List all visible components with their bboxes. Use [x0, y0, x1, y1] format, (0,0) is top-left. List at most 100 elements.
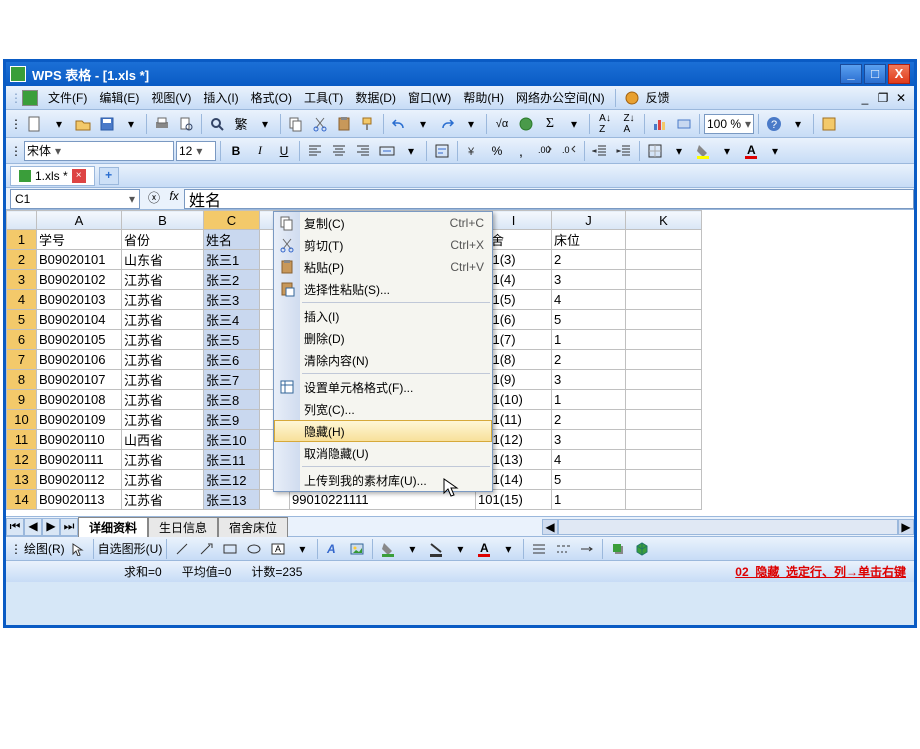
- redo-dropdown[interactable]: ▾: [460, 113, 482, 135]
- context-menu-item[interactable]: 清除内容(N): [274, 349, 492, 371]
- col-header-A[interactable]: A: [37, 211, 122, 230]
- wrap-text-icon[interactable]: [431, 140, 453, 162]
- row-header[interactable]: 5: [7, 310, 37, 330]
- menu-file[interactable]: 文件(F): [42, 87, 93, 108]
- hscroll-track[interactable]: [558, 519, 898, 535]
- sheet-nav-first[interactable]: ⏮: [6, 518, 24, 536]
- undo-icon[interactable]: [388, 113, 410, 135]
- new-icon[interactable]: [24, 113, 46, 135]
- textbox-icon[interactable]: A: [267, 538, 289, 560]
- bold-button[interactable]: B: [225, 140, 247, 162]
- textbox-dropdown[interactable]: ▾: [291, 538, 313, 560]
- col-header-K[interactable]: K: [626, 211, 702, 230]
- redo-icon[interactable]: [436, 113, 458, 135]
- font-color-dropdown[interactable]: ▾: [764, 140, 786, 162]
- row-header[interactable]: 9: [7, 390, 37, 410]
- comma-icon[interactable]: ,: [510, 140, 532, 162]
- borders-dropdown[interactable]: ▾: [668, 140, 690, 162]
- zoom-combo[interactable]: 100 %▾: [704, 114, 754, 134]
- tools-icon[interactable]: [818, 113, 840, 135]
- autosum-icon[interactable]: Σ: [539, 113, 561, 135]
- autoshapes-menu[interactable]: 自选图形(U): [98, 540, 163, 557]
- select-objects-icon[interactable]: [67, 538, 89, 560]
- print-preview-icon[interactable]: [175, 113, 197, 135]
- fill-color-icon[interactable]: [692, 140, 714, 162]
- context-menu-item[interactable]: 隐藏(H): [274, 420, 492, 442]
- menu-data[interactable]: 数据(D): [349, 87, 402, 108]
- mdi-restore[interactable]: ❐: [875, 91, 891, 105]
- align-center-icon[interactable]: [328, 140, 350, 162]
- decrease-indent-icon[interactable]: [589, 140, 611, 162]
- formula-input[interactable]: 姓名: [184, 189, 914, 209]
- col-header-C[interactable]: C: [204, 211, 260, 230]
- menu-feedback[interactable]: 反馈: [640, 87, 676, 108]
- line-color-dropdown[interactable]: ▾: [449, 538, 471, 560]
- context-menu-item[interactable]: 选择性粘贴(S)...: [274, 278, 492, 300]
- arrow-style-icon[interactable]: [576, 538, 598, 560]
- fill-color-draw-dropdown[interactable]: ▾: [401, 538, 423, 560]
- row-header[interactable]: 4: [7, 290, 37, 310]
- font-combo[interactable]: 宋体▾: [24, 141, 174, 161]
- row-header[interactable]: 10: [7, 410, 37, 430]
- insert-picture-icon[interactable]: [346, 538, 368, 560]
- cut-icon[interactable]: [309, 113, 331, 135]
- context-menu-item[interactable]: 复制(C)Ctrl+C: [274, 212, 492, 234]
- context-menu-item[interactable]: 删除(D): [274, 327, 492, 349]
- sheet-nav-last[interactable]: ⏭: [60, 518, 78, 536]
- fill-dropdown[interactable]: ▾: [716, 140, 738, 162]
- sheet-nav-next[interactable]: ▶: [42, 518, 60, 536]
- print-icon[interactable]: [151, 113, 173, 135]
- context-menu-item[interactable]: 插入(I): [274, 305, 492, 327]
- fanjian-dropdown[interactable]: ▾: [254, 113, 276, 135]
- hyperlink-icon[interactable]: [515, 113, 537, 135]
- menu-edit[interactable]: 编辑(E): [93, 87, 145, 108]
- increase-indent-icon[interactable]: [613, 140, 635, 162]
- document-tab[interactable]: 1.xls * ×: [10, 166, 95, 186]
- decrease-decimal-icon[interactable]: .0: [558, 140, 580, 162]
- doc-tab-close-icon[interactable]: ×: [72, 169, 86, 183]
- row-header[interactable]: 2: [7, 250, 37, 270]
- hscroll-left[interactable]: ◀: [542, 519, 558, 535]
- cancel-formula-icon[interactable]: ⓧ: [144, 189, 164, 209]
- wordart-icon[interactable]: A: [322, 538, 344, 560]
- fontsize-combo[interactable]: 12▾: [176, 141, 216, 161]
- rectangle-icon[interactable]: [219, 538, 241, 560]
- dash-style-icon[interactable]: [552, 538, 574, 560]
- row-header[interactable]: 12: [7, 450, 37, 470]
- minimize-button[interactable]: _: [840, 64, 862, 84]
- merge-center-icon[interactable]: [376, 140, 398, 162]
- find-icon[interactable]: [206, 113, 228, 135]
- undo-dropdown[interactable]: ▾: [412, 113, 434, 135]
- formula-eval-icon[interactable]: √α: [491, 113, 513, 135]
- mdi-minimize[interactable]: _: [857, 91, 873, 105]
- row-header[interactable]: 13: [7, 470, 37, 490]
- percent-icon[interactable]: %: [486, 140, 508, 162]
- drawing-icon[interactable]: [673, 113, 695, 135]
- maximize-button[interactable]: □: [864, 64, 886, 84]
- col-header-B[interactable]: B: [122, 211, 204, 230]
- menu-netoffice[interactable]: 网络办公空间(N): [510, 87, 611, 108]
- fanjian-button[interactable]: 繁: [230, 113, 252, 135]
- menu-tools[interactable]: 工具(T): [298, 87, 349, 108]
- menu-format[interactable]: 格式(O): [245, 87, 298, 108]
- formatbar-handle[interactable]: ⋮: [10, 144, 22, 158]
- font-color-draw-dropdown[interactable]: ▾: [497, 538, 519, 560]
- fx-icon[interactable]: fx: [164, 189, 184, 209]
- add-document-tab[interactable]: +: [99, 167, 119, 185]
- arrow-icon[interactable]: [195, 538, 217, 560]
- italic-button[interactable]: I: [249, 140, 271, 162]
- font-color-draw-icon[interactable]: A: [473, 538, 495, 560]
- borders-icon[interactable]: [644, 140, 666, 162]
- drawbar-handle[interactable]: ⋮: [10, 542, 22, 556]
- sheet-tab-dorm[interactable]: 宿舍床位: [218, 517, 288, 537]
- sort-desc-icon[interactable]: Z↓A: [618, 113, 640, 135]
- row-header[interactable]: 7: [7, 350, 37, 370]
- wps-menu-icon[interactable]: [22, 90, 38, 106]
- context-menu-item[interactable]: 设置单元格格式(F)...: [274, 376, 492, 398]
- autosum-dropdown[interactable]: ▾: [563, 113, 585, 135]
- format-painter-icon[interactable]: [357, 113, 379, 135]
- menu-window[interactable]: 窗口(W): [402, 87, 457, 108]
- menubar-handle[interactable]: ⋮: [10, 91, 18, 105]
- fill-color-draw-icon[interactable]: [377, 538, 399, 560]
- row-header[interactable]: 8: [7, 370, 37, 390]
